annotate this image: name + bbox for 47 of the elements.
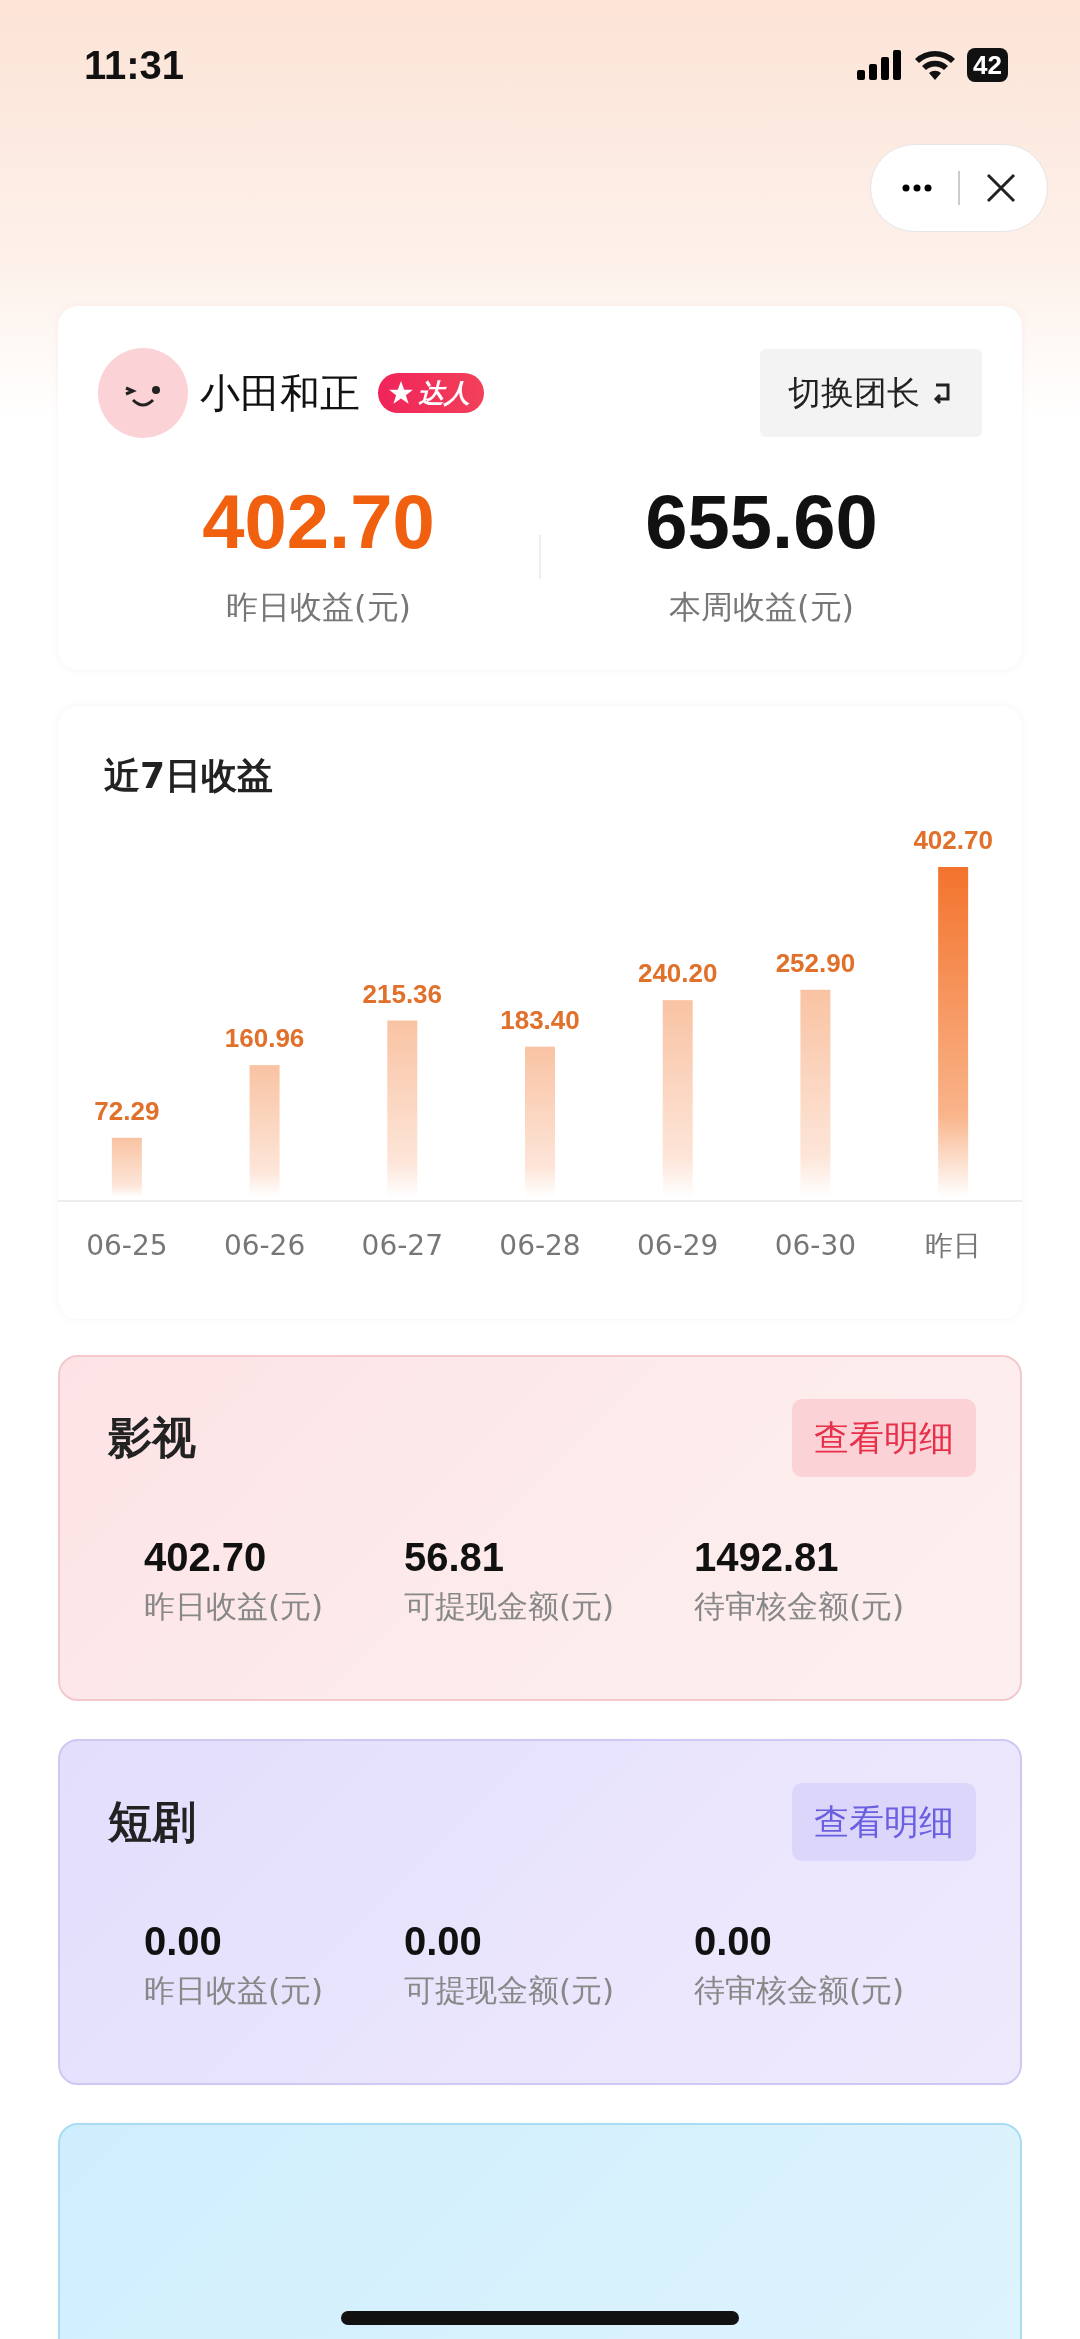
category-title: 短剧 — [107, 1794, 196, 1849]
more-icon[interactable] — [902, 184, 932, 192]
earnings-value: 655.60 — [645, 484, 878, 560]
bar-value-label: 402.70 — [913, 829, 993, 855]
category-title: 影视 — [107, 1410, 196, 1465]
bar-value-label: 215.36 — [362, 978, 443, 1009]
bar-value-label: 72.29 — [94, 1095, 160, 1126]
battery-level: 42 — [967, 48, 1008, 82]
wifi-icon — [915, 50, 956, 80]
switch-button[interactable]: 切换团长 — [760, 349, 982, 437]
stat-value: 1492.81 — [694, 1535, 840, 1580]
bar-value-label: 160.96 — [224, 1023, 305, 1054]
stat-label: 待审核金额(元) — [694, 1971, 906, 2010]
stat-value: 0.00 — [694, 1919, 773, 1964]
axis-label: 06-29 — [637, 1229, 719, 1262]
axis-label: 06-30 — [774, 1229, 857, 1262]
axis-label: 06-26 — [223, 1229, 306, 1262]
bar-value-label: 240.20 — [637, 958, 718, 989]
earnings-label: 本周收益(元) — [669, 587, 854, 628]
close-icon[interactable] — [986, 173, 1016, 203]
earnings-label: 昨日收益(元) — [226, 587, 411, 628]
axis-label: 06-25 — [86, 1229, 168, 1262]
bar-value-label: 252.90 — [775, 947, 856, 978]
stat-value: 56.81 — [404, 1535, 506, 1580]
status-time: 11:31 — [84, 42, 185, 88]
stat-label: 可提现金额(元) — [404, 1971, 616, 2010]
axis-label: 06-28 — [499, 1229, 581, 1262]
signal-icon — [857, 50, 904, 80]
axis-label: 昨日 — [925, 1229, 982, 1262]
star-icon — [388, 380, 414, 406]
stat-label: 待审核金额(元) — [694, 1587, 906, 1626]
badge-label: 达人 — [418, 376, 470, 410]
stat-label: 昨日收益(元) — [144, 1971, 325, 2010]
stat-value: 402.70 — [144, 1535, 268, 1580]
stat-value: 0.00 — [144, 1919, 223, 1964]
details-button[interactable]: 查看明细 — [792, 1399, 976, 1477]
chart-bar — [111, 1137, 142, 1197]
details-button[interactable]: 查看明细 — [792, 1783, 976, 1861]
stat-label: 可提现金额(元) — [404, 1587, 616, 1626]
avatar-icon — [98, 348, 188, 438]
stat-value: 0.00 — [404, 1919, 483, 1964]
earnings-value: 402.70 — [202, 484, 435, 560]
stat-label: 昨日收益(元) — [144, 1587, 325, 1626]
axis-label: 06-27 — [361, 1229, 443, 1262]
user-name: 小田和正 — [200, 368, 360, 418]
bar-value-label: 183.40 — [500, 1004, 580, 1035]
chart-title: 近7日收益 — [103, 754, 275, 798]
